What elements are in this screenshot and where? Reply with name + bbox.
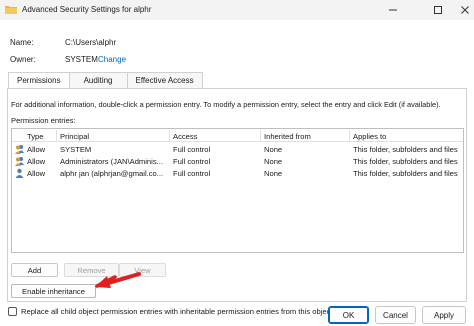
column-divider[interactable] [349, 130, 350, 141]
cell-access: Full control [173, 169, 211, 178]
minimize-icon [389, 9, 397, 11]
dialog-content: Name: C:\Users\alphr Owner: SYSTEM Chang… [0, 20, 474, 326]
window-title: Advanced Security Settings for alphr [22, 5, 152, 14]
annotation-arrow [95, 272, 141, 288]
ok-button[interactable]: OK [328, 306, 369, 324]
cell-principal: Administrators (JAN\Adminis... [60, 157, 163, 166]
replace-permissions-label: Replace all child object permission entr… [21, 306, 333, 316]
column-header-inherited[interactable]: Inherited from [264, 132, 311, 141]
owner-label: Owner: [10, 55, 36, 64]
add-button[interactable]: Add [11, 263, 58, 277]
table-header: Type Principal Access Inherited from App… [12, 129, 463, 142]
permissions-panel: For additional information, double-click… [7, 88, 467, 302]
tab-permissions[interactable]: Permissions [8, 72, 70, 89]
info-text: For additional information, double-click… [11, 100, 441, 109]
cell-type: Allow [27, 145, 46, 154]
cell-applies: This folder, subfolders and files [353, 145, 458, 154]
users-icon [15, 145, 24, 154]
column-divider[interactable] [260, 130, 261, 141]
name-label: Name: [10, 38, 34, 47]
cell-inherited: None [264, 169, 283, 178]
name-value: C:\Users\alphr [65, 38, 117, 47]
column-header-applies[interactable]: Applies to [353, 132, 386, 141]
minimize-button[interactable] [378, 0, 408, 20]
cell-principal: alphr jan (alphrjan@gmail.co... [60, 169, 164, 178]
close-button[interactable] [450, 0, 474, 20]
maximize-icon [434, 6, 442, 14]
table-row[interactable]: Allow alphr jan (alphrjan@gmail.co... Fu… [12, 167, 463, 179]
users-icon [15, 157, 24, 166]
cell-applies: This folder, subfolders and files [353, 157, 458, 166]
cell-inherited: None [264, 145, 283, 154]
permission-entries-table[interactable]: Type Principal Access Inherited from App… [11, 128, 464, 253]
replace-permissions-option[interactable]: Replace all child object permission entr… [8, 305, 333, 317]
table-row[interactable]: Allow Administrators (JAN\Adminis... Ful… [12, 155, 463, 167]
user-icon [15, 168, 24, 178]
tab-strip: Permissions Auditing Effective Access [8, 72, 203, 89]
cell-access: Full control [173, 157, 211, 166]
cell-principal: SYSTEM [60, 145, 92, 154]
tab-effective-access[interactable]: Effective Access [126, 72, 203, 88]
title-bar: Advanced Security Settings for alphr [0, 0, 474, 20]
apply-button[interactable]: Apply [422, 306, 466, 324]
owner-value: SYSTEM [65, 55, 98, 64]
column-header-type[interactable]: Type [27, 132, 43, 141]
enable-inheritance-button[interactable]: Enable inheritance [11, 284, 96, 298]
maximize-button[interactable] [423, 0, 453, 20]
cell-type: Allow [27, 157, 46, 166]
cell-type: Allow [27, 169, 46, 178]
folder-icon [5, 6, 17, 14]
cell-inherited: None [264, 157, 283, 166]
column-header-access[interactable]: Access [173, 132, 197, 141]
column-divider[interactable] [56, 130, 57, 141]
tab-auditing[interactable]: Auditing [68, 72, 128, 88]
column-header-principal[interactable]: Principal [60, 132, 89, 141]
cell-applies: This folder, subfolders and files [353, 169, 458, 178]
cell-access: Full control [173, 145, 211, 154]
table-row[interactable]: Allow SYSTEM Full control None This fold… [12, 143, 463, 155]
close-icon [461, 6, 469, 14]
cancel-button[interactable]: Cancel [375, 306, 416, 324]
replace-permissions-checkbox[interactable] [8, 306, 17, 316]
permission-entries-label: Permission entries: [11, 116, 76, 125]
column-divider[interactable] [169, 130, 170, 141]
change-owner-link[interactable]: Change [98, 55, 126, 64]
